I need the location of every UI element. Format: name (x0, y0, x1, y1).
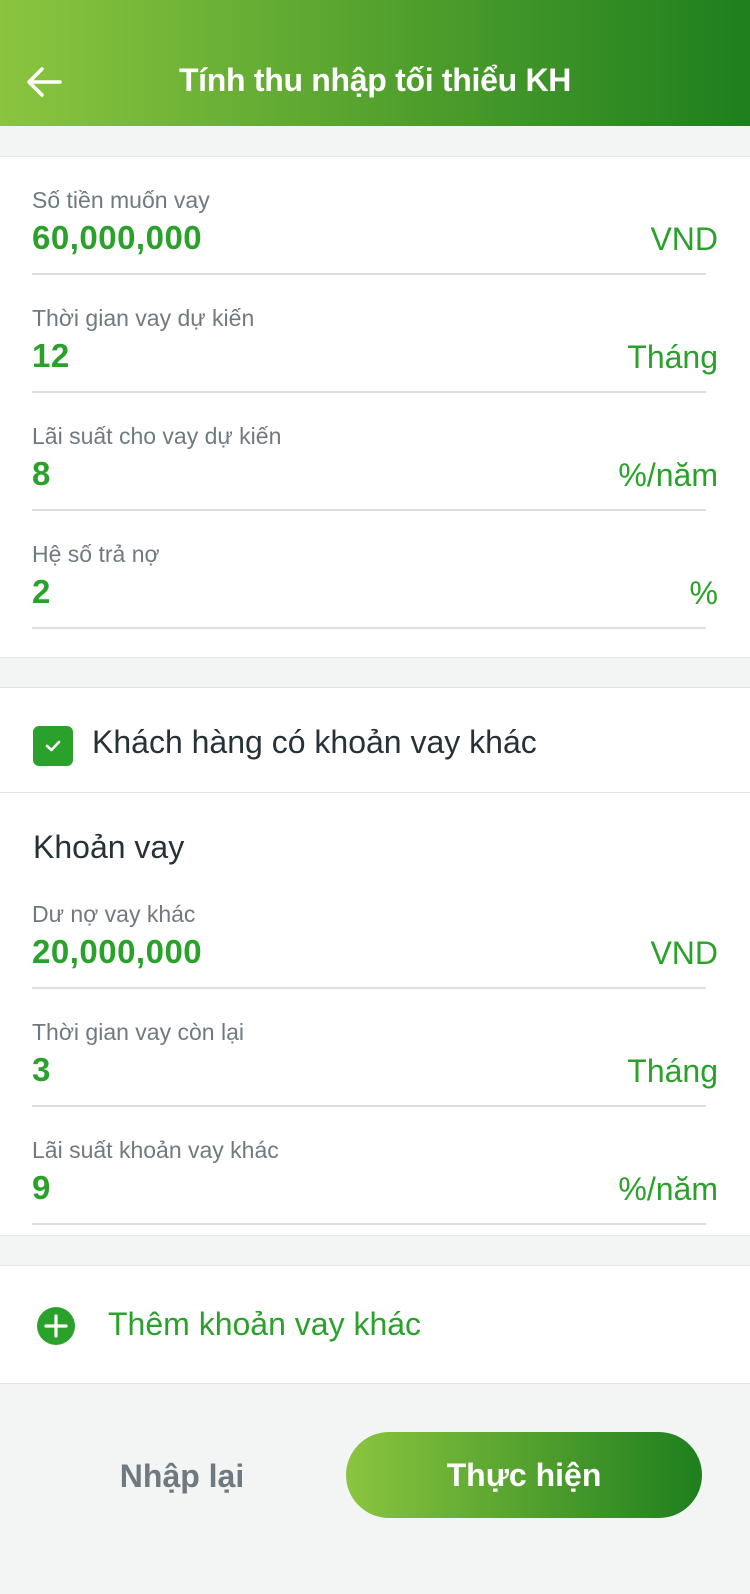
other-loan-balance-field[interactable]: Dư nợ vay khác 20,000,000 VND (32, 871, 718, 989)
interest-rate-field[interactable]: Lãi suất cho vay dự kiến 8 %/năm (32, 393, 718, 511)
remaining-term-value[interactable]: 3 (32, 1051, 51, 1089)
unit-label: %/năm (618, 457, 718, 493)
submit-button[interactable]: Thực hiện (346, 1432, 702, 1518)
checkmark-icon (45, 740, 61, 752)
other-loan-rate-value[interactable]: 9 (32, 1169, 51, 1207)
add-loan-label: Thêm khoản vay khác (108, 1306, 422, 1342)
field-label: Hệ số trả nợ (32, 541, 160, 567)
field-underline (32, 627, 706, 629)
field-label: Thời gian vay dự kiến (32, 305, 255, 331)
loan-amount-field[interactable]: Số tiền muốn vay 60,000,000 VND (32, 157, 718, 275)
interest-rate-value[interactable]: 8 (32, 455, 51, 493)
section-title: Khoản vay (33, 829, 185, 865)
other-loan-checkbox[interactable] (33, 726, 73, 766)
unit-label: VND (650, 221, 718, 257)
loan-term-field[interactable]: Thời gian vay dự kiến 12 Tháng (32, 275, 718, 393)
page-title: Tính thu nhập tối thiểu KH (178, 62, 572, 98)
other-loan-checkbox-label[interactable]: Khách hàng có khoản vay khác (92, 724, 537, 761)
repayment-ratio-value[interactable]: 2 (32, 573, 51, 611)
field-label: Lãi suất cho vay dự kiến (32, 423, 282, 449)
app-header: Tính thu nhập tối thiểu KH (0, 0, 750, 126)
loan-info-card: Số tiền muốn vay 60,000,000 VND Thời gia… (0, 156, 750, 658)
unit-label: Tháng (627, 1053, 718, 1089)
unit-label: %/năm (618, 1171, 718, 1207)
add-loan-card: Thêm khoản vay khác (0, 1265, 750, 1384)
other-loan-card: Khoản vay Dư nợ vay khác 20,000,000 VND … (0, 792, 750, 1236)
unit-label: VND (650, 935, 718, 971)
unit-label: % (689, 575, 718, 611)
reset-button[interactable]: Nhập lại (32, 1432, 332, 1520)
other-loan-rate-field[interactable]: Lãi suất khoản vay khác 9 %/năm (32, 1107, 718, 1225)
field-label: Dư nợ vay khác (32, 901, 196, 927)
other-loan-balance-value[interactable]: 20,000,000 (32, 933, 202, 971)
repayment-ratio-field[interactable]: Hệ số trả nợ 2 % (32, 511, 718, 629)
field-label: Thời gian vay còn lại (32, 1019, 244, 1045)
unit-label: Tháng (627, 339, 718, 375)
plus-circle-icon (37, 1307, 75, 1345)
field-underline (32, 1223, 706, 1225)
remaining-term-field[interactable]: Thời gian vay còn lại 3 Tháng (32, 989, 718, 1107)
loan-term-value[interactable]: 12 (32, 337, 70, 375)
other-loan-toggle-card: Khách hàng có khoản vay khác (0, 687, 750, 793)
field-label: Lãi suất khoản vay khác (32, 1137, 279, 1163)
field-label: Số tiền muốn vay (32, 187, 210, 213)
add-loan-button[interactable]: Thêm khoản vay khác (0, 1266, 750, 1384)
loan-amount-value[interactable]: 60,000,000 (32, 219, 202, 257)
